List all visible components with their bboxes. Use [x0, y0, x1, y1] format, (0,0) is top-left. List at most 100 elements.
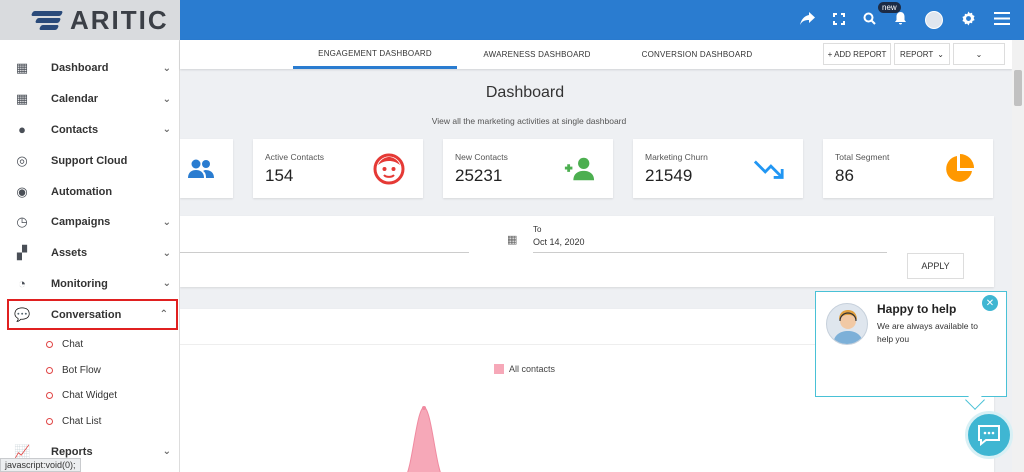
sidebar-subitem-bot-flow[interactable]: Bot Flow — [0, 358, 179, 384]
chevron-down-icon: ⌄ — [162, 62, 171, 74]
dashboard-tabs: ENGAGEMENT DASHBOARD AWARENESS DASHBOARD… — [180, 40, 1012, 69]
sidebar-item-dashboard[interactable]: ▦ Dashboard ⌄ — [0, 53, 179, 84]
bell-icon[interactable]: new — [878, 2, 907, 29]
sidebar-subitem-label: Bot Flow — [62, 364, 101, 376]
sidebar-subitem-chat-widget[interactable]: Chat Widget — [0, 383, 179, 409]
pie-chart-icon — [943, 153, 975, 185]
face-icon — [373, 153, 405, 185]
sidebar-item-label: Calendar — [51, 93, 99, 106]
chevron-down-icon: ⌄ — [162, 216, 171, 228]
stat-label: Marketing Churn — [645, 152, 708, 162]
user-avatar[interactable] — [925, 11, 943, 29]
stat-label: Total Segment — [835, 152, 890, 162]
chevron-down-icon: ⌄ — [162, 124, 171, 136]
from-date-input[interactable] — [180, 252, 469, 253]
main-content: Dashboard View all the marketing activit… — [180, 69, 1012, 472]
sidebar-item-monitoring[interactable]: ◔ Monitoring ⌄ — [0, 269, 179, 300]
chevron-up-icon: ⌃ — [159, 309, 168, 321]
to-date-label: To — [533, 225, 542, 234]
sidebar-item-conversation[interactable]: 💬 Conversation ⌃ — [7, 299, 178, 331]
apply-button[interactable]: APPLY — [907, 253, 964, 279]
tab-engagement-dashboard[interactable]: ENGAGEMENT DASHBOARD — [293, 40, 457, 69]
sidebar-subitem-label: Chat Widget — [62, 390, 118, 402]
options-dropdown[interactable]: ⌄ — [953, 43, 1005, 65]
sidebar-item-label: Reports — [51, 445, 93, 458]
search-icon[interactable] — [863, 12, 876, 29]
stat-value: 25231 — [455, 166, 503, 185]
close-icon[interactable]: ✕ — [982, 295, 998, 311]
logo[interactable]: ARITIC — [0, 0, 180, 40]
contacts-icon: ● — [18, 122, 26, 138]
add-report-button[interactable]: + ADD REPORT — [823, 43, 891, 65]
sidebar-item-label: Assets — [51, 247, 88, 260]
chevron-down-icon: ⌄ — [162, 247, 171, 259]
stat-value: 154 — [265, 166, 294, 185]
chevron-down-icon: ⌄ — [162, 278, 171, 290]
assets-icon: ▞ — [17, 245, 27, 261]
stat-label: Active Contacts — [265, 152, 325, 162]
bullet-icon — [46, 366, 53, 374]
bullet-icon — [46, 392, 53, 400]
users-icon — [185, 153, 217, 185]
page-subtitle: View all the marketing activities at sin… — [431, 116, 627, 126]
calendar-icon: ▦ — [15, 91, 29, 107]
monitoring-icon: ◔ — [18, 276, 26, 292]
tab-awareness-dashboard[interactable]: AWARENESS DASHBOARD — [467, 40, 607, 69]
sidebar: ▦ Dashboard ⌄ ▦ Calendar ⌄ ● Contacts ⌄ … — [0, 40, 180, 472]
logo-mark-icon — [30, 8, 66, 32]
campaigns-icon: ◷ — [16, 214, 28, 230]
menu-icon[interactable] — [994, 11, 1010, 29]
sidebar-item-calendar[interactable]: ▦ Calendar ⌄ — [0, 84, 179, 115]
gear-icon[interactable] — [961, 10, 976, 30]
chevron-down-icon: ⌄ — [975, 49, 983, 59]
sidebar-item-label: Campaigns — [51, 216, 111, 229]
chat-popup-title: Happy to help — [877, 302, 957, 316]
bullet-icon — [46, 417, 53, 425]
stat-card-marketing-churn[interactable]: Marketing Churn 21549 — [633, 139, 803, 198]
top-bar: ARITIC new — [0, 0, 1024, 40]
sidebar-subitem-chat[interactable]: Chat — [0, 332, 179, 358]
bullet-icon — [46, 341, 53, 349]
brand-name: ARITIC — [70, 4, 169, 35]
chevron-down-icon: ⌄ — [162, 446, 171, 458]
fullscreen-icon[interactable] — [833, 12, 845, 29]
chevron-down-icon: ⌄ — [937, 49, 944, 59]
share-icon[interactable] — [800, 11, 815, 29]
trending-down-icon — [753, 153, 785, 185]
stat-value: 86 — [835, 166, 854, 185]
report-dropdown[interactable]: REPORT ⌄ — [894, 43, 950, 65]
sidebar-item-label: Support Cloud — [51, 154, 128, 167]
sidebar-item-assets[interactable]: ▞ Assets ⌄ — [0, 238, 179, 269]
chevron-down-icon: ⌄ — [162, 93, 171, 105]
report-dropdown-label: REPORT — [900, 49, 934, 59]
new-badge: new — [878, 2, 901, 13]
chat-popup[interactable]: Happy to help We are always available to… — [815, 291, 1007, 397]
add-user-icon — [563, 153, 595, 185]
sidebar-item-contacts[interactable]: ● Contacts ⌄ — [0, 115, 179, 146]
chat-bubble-icon — [978, 425, 1000, 446]
sidebar-subitem-chat-list[interactable]: Chat List — [0, 409, 179, 435]
stat-card-partial — [180, 139, 233, 198]
stat-card-active-contacts[interactable]: Active Contacts 154 — [253, 139, 423, 198]
date-filter-panel: ▦ To Oct 14, 2020 APPLY — [180, 216, 994, 287]
sidebar-item-label: Conversation — [51, 308, 122, 321]
chat-launcher-button[interactable] — [965, 411, 1013, 459]
automation-icon: ◉ — [16, 183, 28, 199]
stat-card-new-contacts[interactable]: New Contacts 25231 — [443, 139, 613, 198]
chat-popup-text: We are always available to help you — [877, 321, 978, 344]
sidebar-item-campaigns[interactable]: ◷ Campaigns ⌄ — [0, 207, 179, 238]
sidebar-item-support-cloud[interactable]: ◎ Support Cloud — [0, 145, 179, 176]
contacts-series-area — [407, 406, 441, 472]
contacts-series-peak — [422, 406, 426, 410]
conversation-icon: 💬 — [14, 306, 31, 322]
sidebar-subitem-label: Chat — [62, 339, 84, 351]
scrollbar-thumb[interactable] — [1014, 70, 1022, 106]
page-scrollbar[interactable] — [1012, 40, 1024, 472]
to-date-input[interactable]: Oct 14, 2020 — [533, 237, 585, 247]
tab-conversion-dashboard[interactable]: CONVERSION DASHBOARD — [620, 40, 774, 69]
sidebar-item-label: Automation — [51, 185, 113, 198]
stat-card-total-segment[interactable]: Total Segment 86 — [823, 139, 993, 198]
sidebar-item-automation[interactable]: ◉ Automation — [0, 176, 179, 207]
stat-label: New Contacts — [455, 152, 508, 162]
dashboard-icon: ▦ — [15, 60, 29, 76]
